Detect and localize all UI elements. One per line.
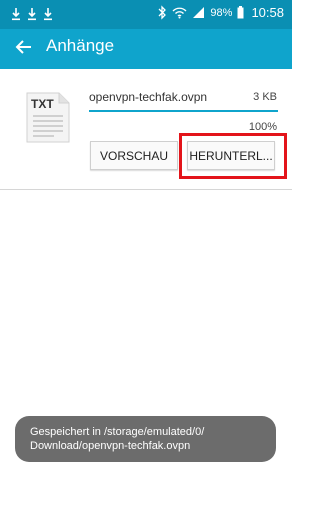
battery-icon — [237, 6, 244, 19]
file-name: openvpn-techfak.ovpn — [89, 90, 208, 104]
txt-file-icon: TXT — [26, 92, 70, 143]
status-system: 98% 10:58 — [158, 5, 284, 20]
download-icon — [12, 8, 20, 21]
download-progress-bar — [89, 110, 278, 112]
page-title: Anhänge — [46, 36, 115, 55]
toast-line-2: Download/openvpn-techfak.ovpn — [30, 440, 191, 452]
status-notifications — [11, 7, 53, 21]
bluetooth-icon — [158, 5, 167, 20]
app-bar: Anhänge — [0, 29, 292, 69]
status-bar: 98% 10:58 — [0, 0, 292, 29]
battery-percent: 98% — [210, 6, 233, 19]
download-icon — [28, 8, 36, 21]
back-arrow-icon[interactable] — [15, 38, 33, 56]
signal-icon — [193, 7, 205, 18]
wifi-icon — [172, 7, 187, 19]
preview-button[interactable]: VORSCHAU — [90, 141, 178, 170]
file-type-label: TXT — [31, 97, 54, 111]
highlight-box — [179, 133, 287, 179]
progress-fill — [89, 110, 278, 112]
download-icon — [44, 8, 52, 21]
saved-toast: Gespeichert in /storage/emulated/0/ Down… — [15, 416, 276, 462]
progress-percent: 100% — [248, 121, 277, 133]
divider — [0, 189, 292, 190]
file-size: 3 KB — [253, 91, 277, 103]
status-time: 10:58 — [251, 5, 284, 20]
toast-line-1: Gespeichert in /storage/emulated/0/ — [30, 426, 205, 438]
